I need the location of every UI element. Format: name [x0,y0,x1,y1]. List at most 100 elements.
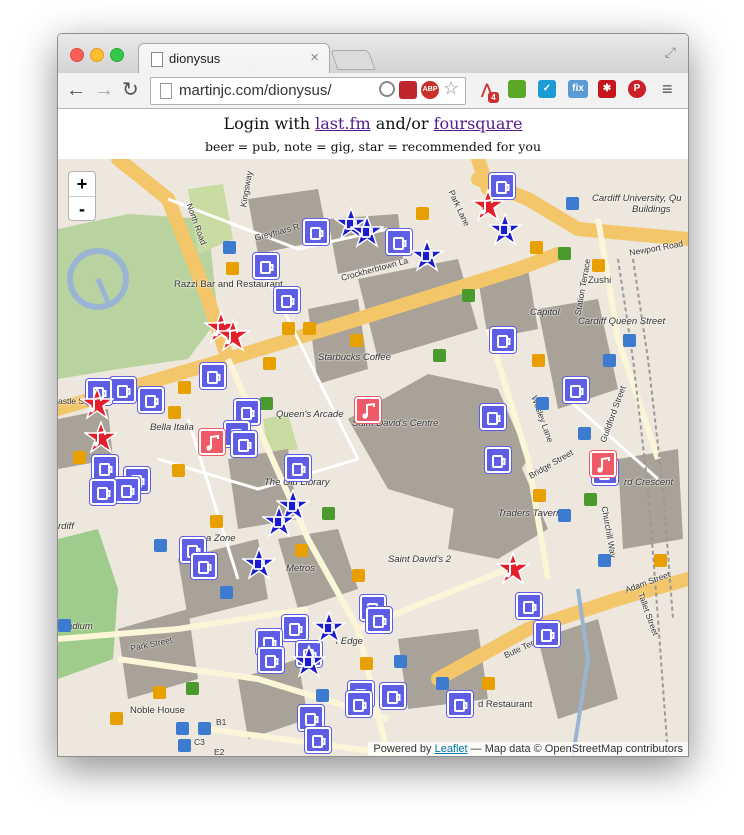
recommended-pub-star[interactable] [292,645,326,679]
pub-marker[interactable] [231,431,257,457]
restaurant-icon[interactable] [360,657,373,670]
recommended-gig-star[interactable] [496,552,530,586]
recommended-gig-star[interactable] [84,421,118,455]
restaurant-icon[interactable] [153,686,166,699]
restaurant-icon[interactable] [303,322,316,335]
recommended-pub-star[interactable] [488,213,522,247]
restaurant-icon[interactable] [168,406,181,419]
recommended-pub-star[interactable] [262,505,296,539]
bus-stop-icon[interactable] [220,586,233,599]
cafe-icon[interactable] [350,334,363,347]
address-bar[interactable]: martinjc.com/dionysus/ ABP ☆ [150,77,466,105]
cloud-icon[interactable]: ✱ [598,80,616,98]
recommended-gig-star[interactable] [80,387,114,421]
shop-icon[interactable] [558,247,571,260]
pub-marker[interactable] [138,387,164,413]
shop-icon[interactable] [462,289,475,302]
bus-stop-icon[interactable] [558,509,571,522]
pinterest-icon[interactable]: P [628,80,646,98]
recommended-pub-star[interactable] [350,215,384,249]
bus-stop-icon[interactable] [394,655,407,668]
fix-icon[interactable]: fix [568,80,588,98]
cafe-icon[interactable] [654,554,667,567]
gig-marker[interactable] [355,397,381,423]
new-tab-button[interactable] [330,50,376,70]
recommended-pub-star[interactable] [242,547,276,581]
foursquare-link[interactable]: foursquare [434,114,523,133]
pub-marker[interactable] [90,479,116,505]
back-button[interactable]: ← [66,78,86,102]
restaurant-icon[interactable] [416,207,429,220]
bus-stop-icon[interactable] [176,722,189,735]
restaurant-icon[interactable] [210,515,223,528]
shop-icon[interactable] [186,682,199,695]
pub-marker[interactable] [516,593,542,619]
pub-marker[interactable] [380,683,406,709]
forward-button[interactable]: → [94,78,114,102]
menu-icon[interactable]: ≡ [662,77,673,101]
pub-marker[interactable] [447,691,473,717]
cafe-icon[interactable] [533,489,546,502]
pub-marker[interactable] [282,615,308,641]
cafe-icon[interactable] [172,464,185,477]
cafe-icon[interactable] [263,357,276,370]
adblock-icon[interactable]: ABP [421,81,439,99]
close-tab-icon[interactable]: × [310,49,319,66]
pub-marker[interactable] [305,727,331,753]
pub-marker[interactable] [485,447,511,473]
bus-stop-icon[interactable] [223,241,236,254]
restaurant-icon[interactable] [352,569,365,582]
cafe-icon[interactable] [178,381,191,394]
target-icon[interactable] [379,81,395,97]
shop-icon[interactable] [260,397,273,410]
browser-tab[interactable]: dionysus × [138,43,330,74]
bus-stop-icon[interactable] [578,427,591,440]
recommended-pub-star[interactable] [410,239,444,273]
pub-marker[interactable] [114,477,140,503]
zoom-window-button[interactable] [110,48,124,62]
bus-stop-icon[interactable] [178,739,191,752]
map[interactable]: North Road Kingsway Greyfriars R Crockhe… [58,159,688,756]
pub-marker[interactable] [534,621,560,647]
pub-marker[interactable] [258,647,284,673]
bus-stop-icon[interactable] [58,619,71,632]
bus-stop-icon[interactable] [603,354,616,367]
pub-marker[interactable] [285,455,311,481]
restaurant-icon[interactable] [532,354,545,367]
shop-icon[interactable] [433,349,446,362]
bus-stop-icon[interactable] [436,677,449,690]
flash-icon[interactable] [399,81,417,99]
minimize-window-button[interactable] [90,48,104,62]
pocket-icon[interactable]: ✓ [538,80,556,98]
pub-marker[interactable] [346,691,372,717]
pub-marker[interactable] [253,253,279,279]
pub-marker[interactable] [563,377,589,403]
bus-stop-icon[interactable] [623,334,636,347]
restaurant-icon[interactable] [226,262,239,275]
bus-stop-icon[interactable] [536,397,549,410]
zoom-in-button[interactable]: + [69,172,95,197]
star-icon[interactable]: ☆ [443,78,459,99]
close-window-button[interactable] [70,48,84,62]
gig-marker[interactable] [590,451,616,477]
recommended-gig-star[interactable] [216,319,250,353]
pub-marker[interactable] [191,553,217,579]
gig-marker[interactable] [199,429,225,455]
restaurant-icon[interactable] [482,677,495,690]
cafe-icon[interactable] [282,322,295,335]
reload-button[interactable]: ↻ [122,78,139,102]
cafe-icon[interactable] [110,712,123,725]
pub-marker[interactable] [480,404,506,430]
bus-stop-icon[interactable] [566,197,579,210]
pub-marker[interactable] [200,363,226,389]
lastfm-link[interactable]: last.fm [315,114,370,133]
pub-marker[interactable] [303,219,329,245]
restaurant-icon[interactable] [592,259,605,272]
pub-marker[interactable] [490,327,516,353]
bus-stop-icon[interactable] [316,689,329,702]
pub-marker[interactable] [366,607,392,633]
cafe-icon[interactable] [530,241,543,254]
shop-icon[interactable] [584,493,597,506]
bus-stop-icon[interactable] [598,554,611,567]
zoom-out-button[interactable]: - [69,197,95,221]
